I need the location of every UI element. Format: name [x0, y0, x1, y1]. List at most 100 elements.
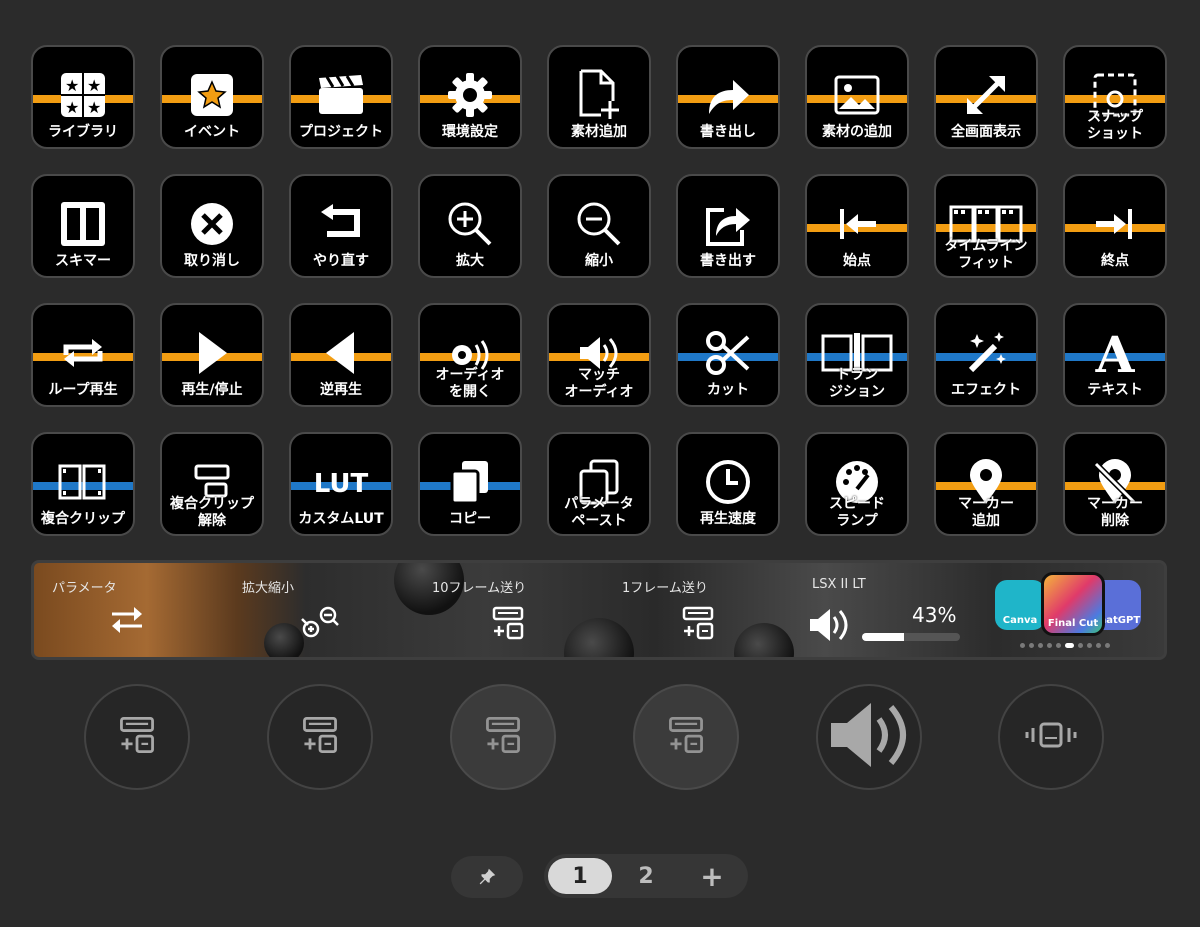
gear-icon: [420, 67, 520, 123]
share-arrow-icon: [678, 67, 778, 123]
key-uncompound-button[interactable]: 複合クリップ 解除: [160, 432, 264, 536]
frame-step-icon: [666, 715, 706, 759]
lcd-segment-title: 10フレーム送り: [432, 581, 527, 596]
dial-6-button[interactable]: [998, 684, 1104, 790]
key-end-button[interactable]: 終点: [1063, 174, 1167, 278]
key-transition-button[interactable]: トラン ジション: [805, 303, 909, 407]
lcd-segment[interactable]: 10フレーム送り: [414, 563, 604, 657]
film-clip-icon: [33, 454, 133, 510]
key-play-button[interactable]: 再生/停止: [160, 303, 264, 407]
key-settings-button[interactable]: 環境設定: [418, 45, 522, 149]
key-event-button[interactable]: イベント: [160, 45, 264, 149]
page-2-button[interactable]: 2: [614, 858, 678, 894]
key-zoom-in-button[interactable]: 拡大: [418, 174, 522, 278]
key-label: カスタムLUT: [298, 511, 384, 527]
pin-button[interactable]: [451, 856, 523, 898]
dial-3-button[interactable]: [450, 684, 556, 790]
key-open-audio-button[interactable]: オーディオ を開く: [418, 303, 522, 407]
key-fullscreen-button[interactable]: 全画面表示: [934, 45, 1038, 149]
key-timeline-fit-button[interactable]: タイムライン フィット: [934, 174, 1038, 278]
key-label: 逆再生: [320, 382, 362, 398]
key-custom-lut-button[interactable]: LUT カスタムLUT: [289, 432, 393, 536]
key-label: 始点: [843, 253, 871, 269]
key-add-marker-button[interactable]: マーカー 追加: [934, 432, 1038, 536]
key-label: 書き出し: [700, 124, 756, 140]
play-icon: [162, 325, 262, 381]
key-export-button[interactable]: 書き出し: [676, 45, 780, 149]
key-label: マッチ オーディオ: [564, 367, 634, 400]
key-label: タイムライン フィット: [944, 238, 1028, 271]
page-dots: [1020, 643, 1110, 648]
loop-icon: [33, 325, 133, 381]
key-add-media-button[interactable]: 素材追加: [547, 45, 651, 149]
page-dot: [1105, 643, 1110, 648]
zoom-in-icon: [420, 196, 520, 252]
pin-icon: [479, 868, 496, 885]
dial-4-button[interactable]: [633, 684, 739, 790]
key-zoom-out-button[interactable]: 縮小: [547, 174, 651, 278]
lcd-segment[interactable]: 1フレーム送り: [604, 563, 794, 657]
key-copy-button[interactable]: コピー: [418, 432, 522, 536]
skimmer-icon: [33, 196, 133, 252]
key-cut-button[interactable]: カット: [676, 303, 780, 407]
key-reverse-button[interactable]: 逆再生: [289, 303, 393, 407]
key-library-button[interactable]: ★ ★ ★ ★ ライブラリ: [31, 45, 135, 149]
dial-5-button[interactable]: [816, 684, 922, 790]
key-export-2-button[interactable]: 書き出す: [676, 174, 780, 278]
key-snapshot-button[interactable]: スナップ ショット: [1063, 45, 1167, 149]
key-effect-button[interactable]: エフェクト: [934, 303, 1038, 407]
key-text-button[interactable]: A テキスト: [1063, 303, 1167, 407]
key-compound-clip-button[interactable]: 複合クリップ: [31, 432, 135, 536]
svg-text:★: ★: [65, 76, 79, 95]
clapperboard-icon: [291, 67, 391, 123]
key-redo-button[interactable]: やり直す: [289, 174, 393, 278]
key-label: イベント: [184, 124, 240, 140]
arrow-to-end-icon: [1065, 196, 1165, 252]
lcd-segment[interactable]: パラメータ: [34, 563, 224, 657]
key-paste-params-button[interactable]: パラメータ ペースト: [547, 432, 651, 536]
key-label: ライブラリ: [48, 124, 118, 140]
lut-icon: LUT: [291, 454, 391, 510]
dial-2-button[interactable]: [267, 684, 373, 790]
svg-text:★: ★: [87, 98, 101, 117]
volume-percent: 43%: [912, 603, 957, 627]
frame-step-icon: [300, 715, 340, 759]
volume-bar-fill: [862, 633, 905, 641]
key-loop-button[interactable]: ループ再生: [31, 303, 135, 407]
dial-1-button[interactable]: [84, 684, 190, 790]
key-label: プロジェクト: [299, 124, 383, 140]
key-label: 複合クリップ 解除: [170, 496, 254, 529]
app-icon[interactable]: Final Cut: [1041, 572, 1105, 636]
key-label: 素材の追加: [822, 124, 892, 140]
letter-a-icon: A: [1065, 325, 1165, 381]
key-speed-button[interactable]: 再生速度: [676, 432, 780, 536]
key-delete-marker-button[interactable]: マーカー 削除: [1063, 432, 1167, 536]
lcd-segment-title: パラメータ: [52, 581, 117, 596]
x-circle-icon: [162, 196, 262, 252]
key-project-button[interactable]: プロジェクト: [289, 45, 393, 149]
app-icon[interactable]: Canva: [995, 580, 1045, 630]
key-start-button[interactable]: 始点: [805, 174, 909, 278]
speaker-icon: [806, 605, 852, 649]
key-label: トラン ジション: [829, 367, 885, 400]
key-label: 終点: [1101, 253, 1129, 269]
add-page-button[interactable]: +: [680, 858, 744, 894]
page-1-button[interactable]: 1: [548, 858, 612, 894]
share-box-icon: [678, 196, 778, 252]
copy-icon: [420, 454, 520, 510]
zoom-pair-icon: [300, 605, 340, 643]
zoom-out-icon: [549, 196, 649, 252]
key-label: パラメータ ペースト: [564, 496, 634, 529]
page-dot: [1029, 643, 1034, 648]
key-add-media-2-button[interactable]: 素材の追加: [805, 45, 909, 149]
key-speed-ramp-button[interactable]: スピード ランプ: [805, 432, 909, 536]
frame-step-icon: [117, 715, 157, 759]
key-label: テキスト: [1087, 382, 1143, 398]
lcd-segment[interactable]: 拡大縮小: [224, 563, 414, 657]
svg-text:A: A: [1095, 330, 1135, 376]
key-match-audio-button[interactable]: マッチ オーディオ: [547, 303, 651, 407]
image-icon: [807, 67, 907, 123]
key-undo-button[interactable]: 取り消し: [160, 174, 264, 278]
key-label: 再生/停止: [181, 382, 243, 398]
key-skimmer-button[interactable]: スキマー: [31, 174, 135, 278]
